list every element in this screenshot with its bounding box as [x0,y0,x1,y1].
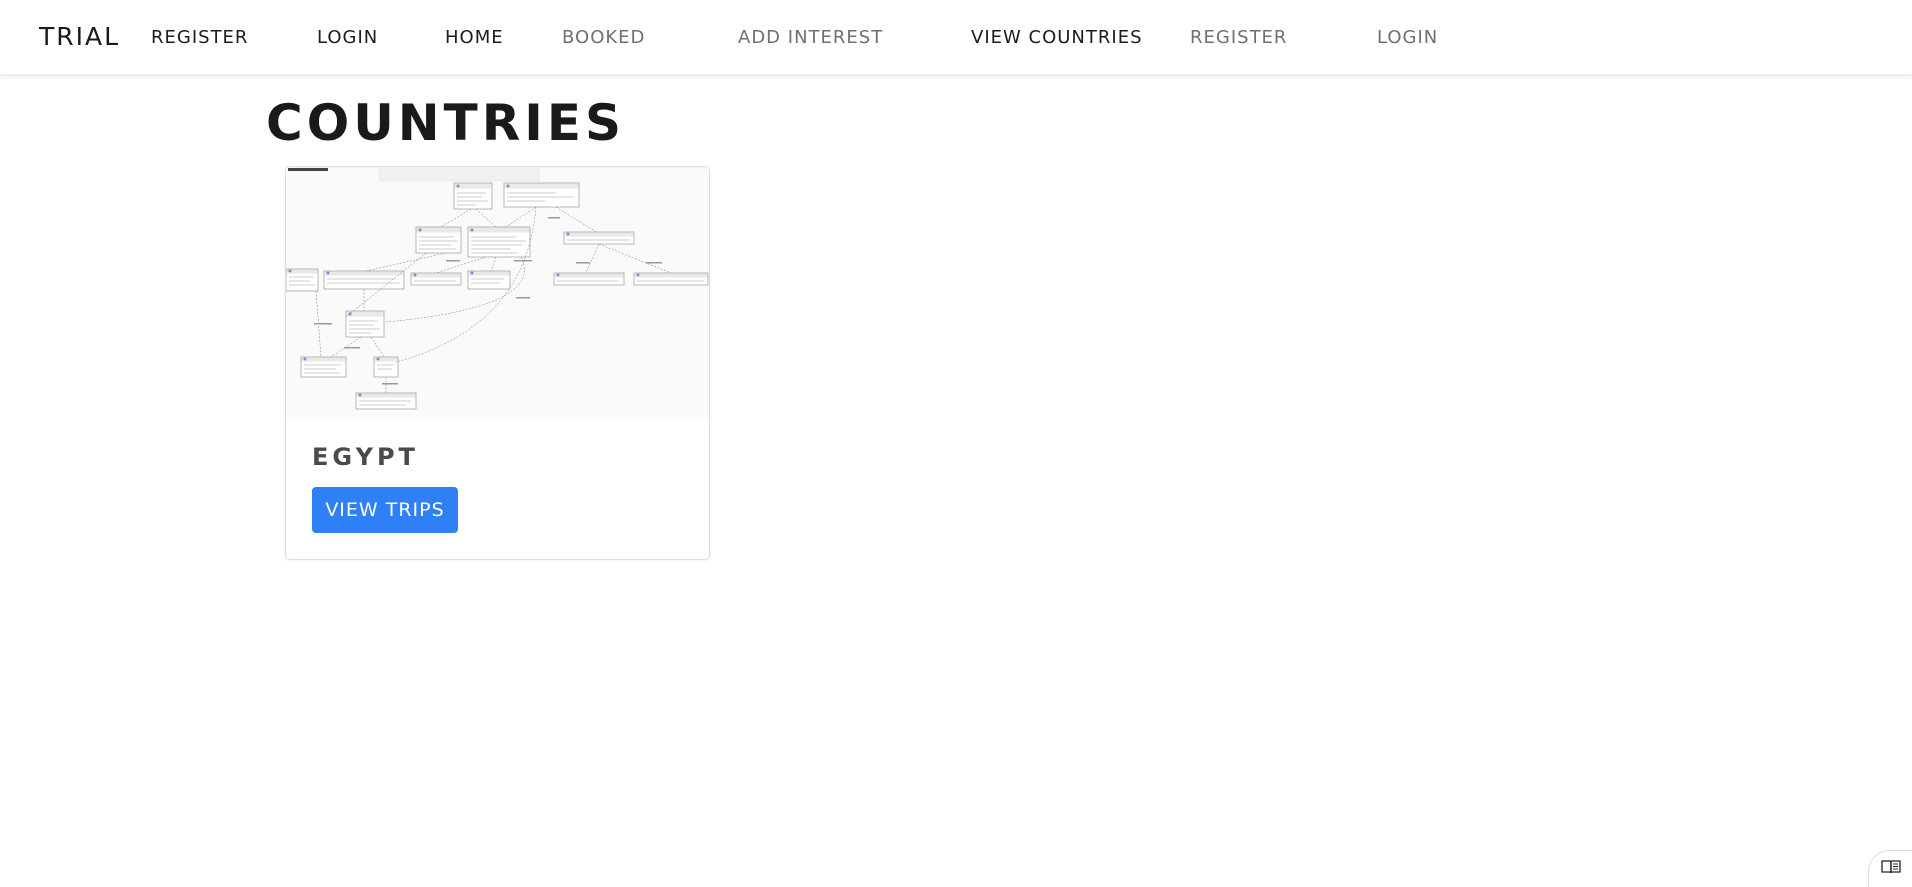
reader-book-icon [1880,859,1901,879]
nav-link-login[interactable]: LOGIN [317,27,378,48]
nav-link-home[interactable]: HOME [445,27,504,48]
reader-mode-button[interactable] [1868,850,1912,887]
navbar: TRIAL REGISTER LOGIN HOME BOOKED ADD INT… [0,0,1912,75]
nav-link-add-interest[interactable]: ADD INTEREST [738,27,883,48]
nav-link-register-2[interactable]: REGISTER [1190,27,1287,48]
nav-link-view-countries[interactable]: VIEW COUNTRIES [971,27,1143,48]
nav-link-register[interactable]: REGISTER [151,27,248,48]
brand-logo[interactable]: TRIAL [39,22,120,51]
nav-link-login-2[interactable]: LOGIN [1377,27,1438,48]
page-title: COUNTRIES [266,94,626,152]
country-image [286,167,709,419]
view-trips-button[interactable]: VIEW TRIPS [312,487,458,533]
country-card: EGYPT VIEW TRIPS [285,166,710,560]
country-name: EGYPT [312,443,419,471]
country-image-diagram [286,167,709,419]
nav-link-booked[interactable]: BOOKED [562,27,645,48]
